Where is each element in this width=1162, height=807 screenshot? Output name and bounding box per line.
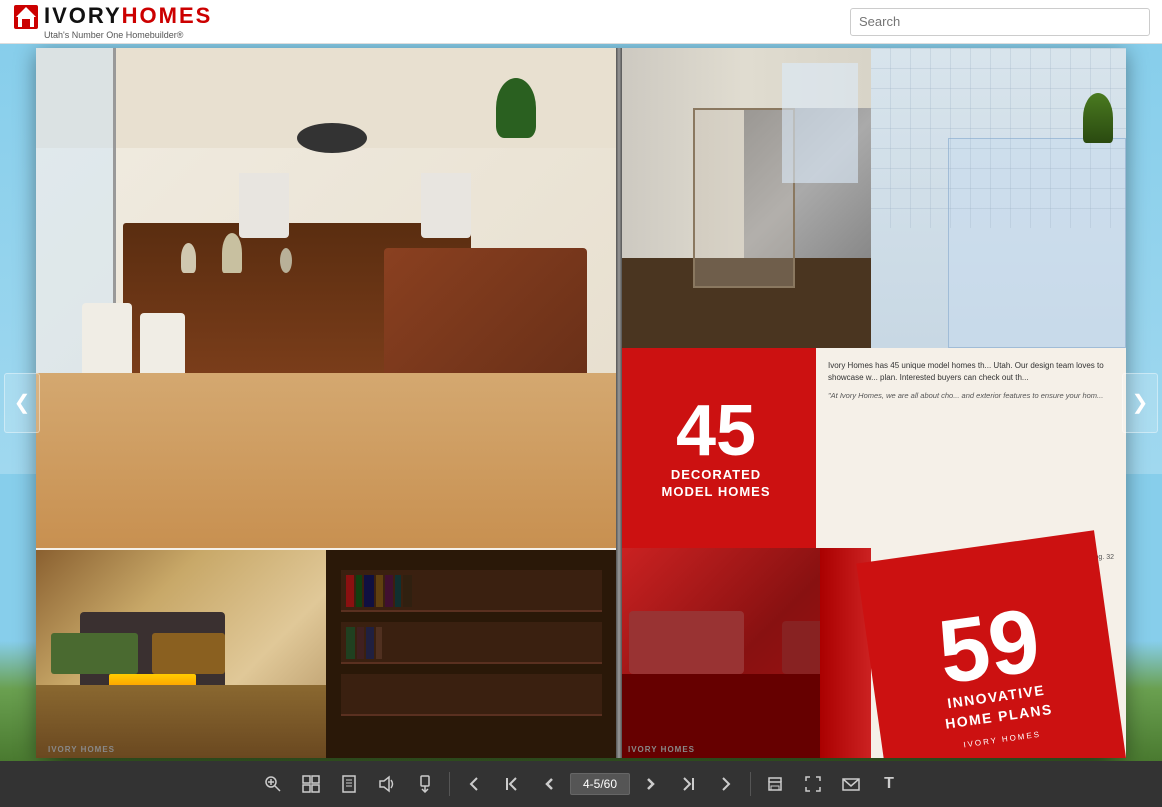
logo-ivory: IVORY bbox=[44, 4, 122, 28]
cover-59-brand: IVORY HOMES bbox=[963, 729, 1042, 749]
print-button[interactable] bbox=[757, 766, 793, 802]
left-bottom-row: IVORY HOMES bbox=[36, 550, 616, 758]
left-page: IVORY HOMES bbox=[36, 48, 616, 758]
left-page-footer-brand: IVORY HOMES bbox=[48, 745, 115, 754]
header: IVORY HOMES Utah's Number One Homebuilde… bbox=[0, 0, 1162, 44]
logo-area: IVORY HOMES Utah's Number One Homebuilde… bbox=[12, 3, 212, 41]
email-icon bbox=[842, 775, 860, 793]
prev-single-button[interactable] bbox=[532, 766, 568, 802]
dining-room-image bbox=[36, 48, 616, 548]
right-bottom-section: Traditional in Murray, pg. 32 59 INNOVAT… bbox=[616, 548, 1126, 758]
next-single-button[interactable] bbox=[632, 766, 668, 802]
next-arrow-icon bbox=[718, 776, 734, 792]
single-page-button[interactable] bbox=[331, 766, 367, 802]
promo-45-box: 45 DECORATED MODEL HOMES bbox=[616, 348, 816, 548]
zoom-in-icon bbox=[264, 775, 282, 793]
first-page-icon bbox=[504, 776, 520, 792]
cover-59-book: 59 INNOVATIVE HOME PLANS IVORY HOMES bbox=[856, 530, 1126, 758]
next-arrow-button[interactable]: ❯ bbox=[1122, 373, 1158, 433]
right-top-row: Featured home: Creighton Traditional in … bbox=[616, 48, 1126, 348]
book-spine bbox=[616, 48, 622, 758]
chevron-left-icon: ❮ bbox=[14, 390, 31, 415]
page-icon bbox=[340, 775, 358, 793]
toolbar-actions-group: T bbox=[757, 766, 907, 802]
email-button[interactable] bbox=[833, 766, 869, 802]
red-living-room-image bbox=[616, 548, 871, 758]
living-room-fireplace-image: IVORY HOMES bbox=[36, 550, 326, 758]
book-spread: IVORY HOMES bbox=[36, 48, 1126, 758]
toolbar-zoom-group bbox=[255, 766, 443, 802]
bathroom-image bbox=[871, 48, 1126, 348]
sound-button[interactable] bbox=[369, 766, 405, 802]
toolbar-divider-2 bbox=[750, 772, 751, 796]
grid-view-button[interactable] bbox=[293, 766, 329, 802]
text-icon: T bbox=[884, 775, 894, 793]
cover-59-number: 59 bbox=[934, 600, 1044, 694]
text-button[interactable]: T bbox=[871, 766, 907, 802]
next-single-icon bbox=[642, 776, 658, 792]
logo-house-icon bbox=[12, 3, 40, 31]
body-text-p1: Ivory Homes has 45 unique model homes th… bbox=[828, 360, 1114, 384]
sound-icon bbox=[378, 775, 396, 793]
share-icon bbox=[416, 775, 434, 793]
logo-tagline: Utah's Number One Homebuilder® bbox=[44, 31, 212, 41]
promo-body-text: Ivory Homes has 45 unique model homes th… bbox=[816, 348, 1126, 548]
hallway-image: Featured home: Creighton Traditional in … bbox=[616, 48, 871, 348]
first-page-button[interactable] bbox=[494, 766, 530, 802]
search-input[interactable] bbox=[850, 8, 1150, 36]
prev-arrow-button[interactable]: ❮ bbox=[4, 373, 40, 433]
page-indicator: 4-5/60 bbox=[570, 773, 630, 795]
print-icon bbox=[766, 775, 784, 793]
grid-icon bbox=[302, 775, 320, 793]
toolbar-divider-1 bbox=[449, 772, 450, 796]
prev-arrow-icon bbox=[466, 776, 482, 792]
share-button[interactable] bbox=[407, 766, 443, 802]
promo-45-subtitle: DECORATED MODEL HOMES bbox=[662, 467, 771, 501]
last-page-button[interactable] bbox=[670, 766, 706, 802]
prev-page-button[interactable] bbox=[456, 766, 492, 802]
right-page: Featured home: Creighton Traditional in … bbox=[616, 48, 1126, 758]
right-middle-section: 45 DECORATED MODEL HOMES Ivory Homes has… bbox=[616, 348, 1126, 548]
fullscreen-icon bbox=[804, 775, 822, 793]
toolbar: 4-5/60 T bbox=[0, 761, 1162, 807]
last-page-icon bbox=[680, 776, 696, 792]
fullscreen-button[interactable] bbox=[795, 766, 831, 802]
chevron-right-icon: ❯ bbox=[1132, 390, 1149, 415]
bookcase-image bbox=[326, 550, 616, 758]
next-page-button[interactable] bbox=[708, 766, 744, 802]
body-text-quote: "At Ivory Homes, we are all about cho...… bbox=[828, 390, 1114, 401]
logo-homes: HOMES bbox=[122, 4, 213, 28]
promo-45-number: 45 bbox=[676, 395, 756, 467]
right-page-footer-brand: IVORY HOMES bbox=[628, 745, 695, 754]
zoom-in-button[interactable] bbox=[255, 766, 291, 802]
prev-single-icon bbox=[542, 776, 558, 792]
viewer-area: ❮ bbox=[0, 44, 1162, 761]
toolbar-nav-group: 4-5/60 bbox=[456, 766, 744, 802]
